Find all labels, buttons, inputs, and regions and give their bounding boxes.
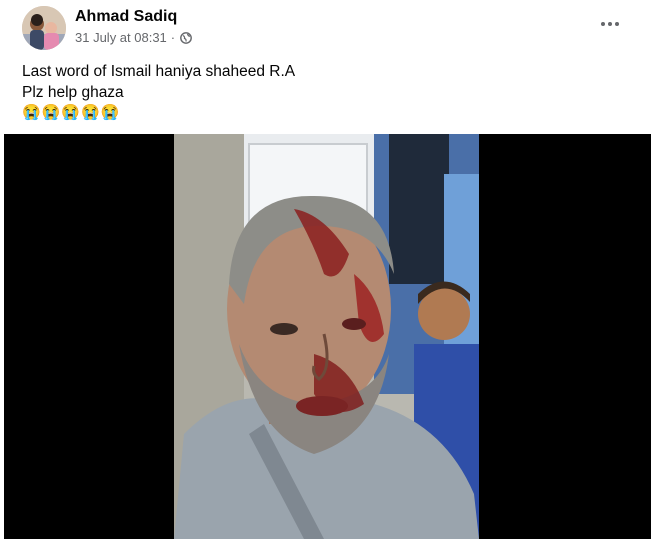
- emoji-row: 😭 😭 😭 😭 😭: [22, 104, 295, 122]
- crying-emoji: 😭: [22, 104, 41, 121]
- profile-photo: [22, 6, 66, 50]
- crying-emoji: 😭: [81, 104, 100, 121]
- globe-icon[interactable]: [180, 31, 193, 44]
- crying-emoji: 😭: [100, 104, 120, 121]
- post-meta: 31 July at 08:31 ·: [75, 30, 193, 45]
- author-name[interactable]: Ahmad Sadiq: [75, 8, 177, 26]
- crying-emoji: 😭: [41, 104, 61, 121]
- post-timestamp[interactable]: 31 July at 08:31: [75, 30, 167, 45]
- more-options-icon: [601, 22, 619, 26]
- post-text-line: Last word of Ismail haniya shaheed R.A: [22, 63, 296, 80]
- avatar[interactable]: [22, 6, 66, 50]
- facebook-post: Ahmad Sadiq 31 July at 08:31 · Last word…: [0, 0, 655, 539]
- crying-emoji: 😭: [61, 104, 81, 121]
- more-options-button[interactable]: [594, 10, 626, 38]
- meta-separator: ·: [170, 30, 176, 45]
- post-text-line: Plz help ghaza: [22, 84, 124, 101]
- post-text: Last word of Ismail haniya shaheed R.A P…: [22, 61, 295, 122]
- video-frame: [174, 134, 479, 539]
- post-video[interactable]: [4, 134, 651, 539]
- video-still-image: [174, 134, 479, 539]
